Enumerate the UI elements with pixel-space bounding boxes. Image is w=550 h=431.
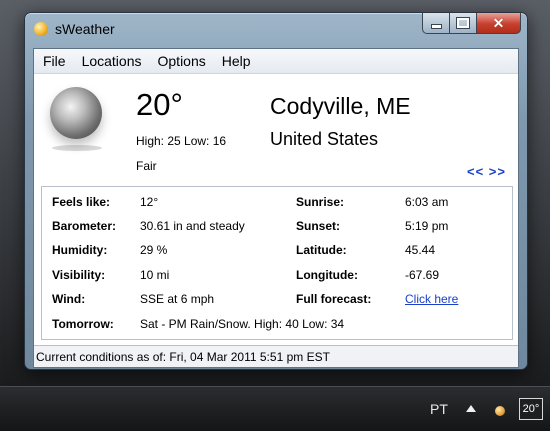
visibility-value: 10 mi [140, 268, 170, 282]
humidity-value: 29 % [140, 243, 168, 257]
menu-file[interactable]: File [43, 53, 66, 69]
sun-app-icon [34, 22, 48, 36]
longitude-value: -67.69 [405, 268, 440, 282]
feels-like-label: Feels like: [52, 195, 111, 209]
wind-value: SSE at 6 mph [140, 292, 215, 306]
menu-help[interactable]: Help [222, 53, 251, 69]
menu-locations[interactable]: Locations [82, 53, 142, 69]
tray-temperature[interactable]: 20° [519, 398, 543, 420]
latitude-label: Latitude: [296, 243, 347, 257]
close-icon: ✕ [492, 15, 505, 31]
condition-text: Fair [136, 159, 157, 173]
city-name: Codyville, ME [270, 93, 411, 119]
sweather-window: sWeather ✕ File Locations Options Help 2… [24, 12, 528, 370]
close-button[interactable]: ✕ [477, 13, 521, 34]
wind-label: Wind: [52, 292, 86, 306]
location-nav-arrows[interactable]: << >> [467, 164, 506, 179]
maximize-icon [456, 17, 470, 29]
country-name: United States [270, 129, 379, 149]
maximize-button[interactable] [450, 13, 477, 34]
current-temperature: 20° [136, 87, 183, 122]
barometer-label: Barometer: [52, 219, 117, 233]
window-title: sWeather [55, 21, 115, 37]
show-hidden-icons-icon[interactable] [466, 405, 476, 412]
full-forecast-label: Full forecast: [296, 292, 372, 306]
visibility-label: Visibility: [52, 268, 106, 282]
language-indicator[interactable]: PT [430, 401, 448, 417]
caption-buttons: ✕ [422, 13, 521, 34]
barometer-value: 30.61 in and steady [140, 219, 245, 233]
sunset-label: Sunset: [296, 219, 341, 233]
status-bar: Current conditions as of: Fri, 04 Mar 20… [34, 345, 518, 367]
moon-shadow [52, 145, 102, 151]
menu-bar: File Locations Options Help [34, 49, 518, 74]
moon-condition-icon [50, 87, 102, 139]
sunrise-value: 6:03 am [405, 195, 449, 209]
menu-options[interactable]: Options [158, 53, 206, 69]
sunrise-label: Sunrise: [296, 195, 345, 209]
minimize-icon [430, 23, 442, 29]
details-panel: Feels like: 12° Barometer: 30.61 in and … [41, 186, 513, 340]
minimize-button[interactable] [422, 13, 450, 34]
longitude-label: Longitude: [296, 268, 358, 282]
client-area: File Locations Options Help 20° High: 25… [33, 48, 519, 368]
high-low-temperature: High: 25 Low: 16 [136, 134, 227, 148]
latitude-value: 45.44 [405, 243, 436, 257]
full-forecast-link[interactable]: Click here [405, 292, 458, 306]
tomorrow-label: Tomorrow: [52, 317, 114, 331]
humidity-label: Humidity: [52, 243, 108, 257]
sweather-tray-icon[interactable] [495, 406, 505, 416]
feels-like-value: 12° [140, 195, 159, 209]
sunset-value: 5:19 pm [405, 219, 449, 233]
taskbar: PT 20° [0, 386, 550, 431]
tomorrow-value: Sat - PM Rain/Snow. High: 40 Low: 34 [140, 317, 345, 331]
